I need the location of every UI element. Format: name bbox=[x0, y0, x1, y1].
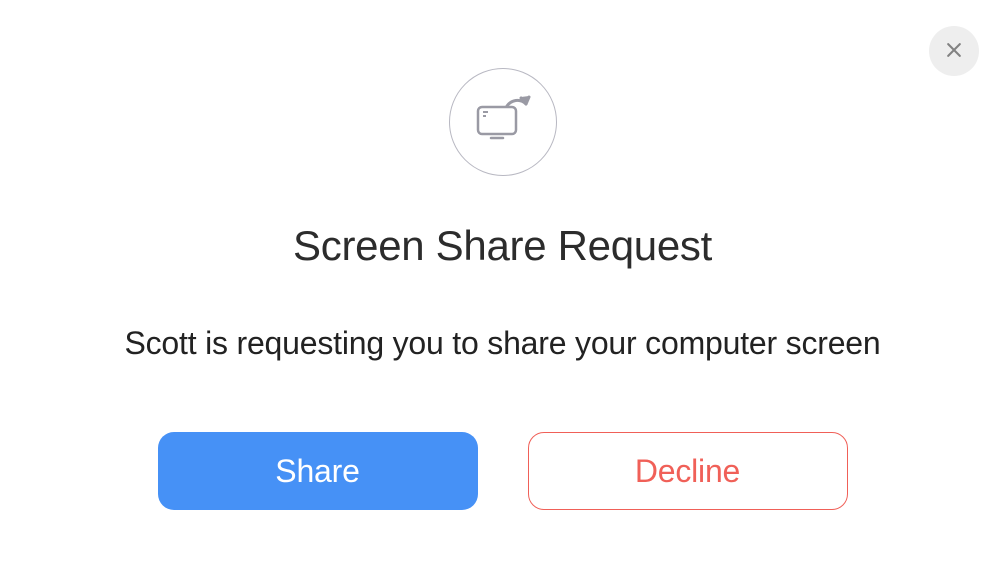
screen-share-icon bbox=[473, 93, 533, 152]
close-button[interactable] bbox=[929, 26, 979, 76]
dialog-button-row: Share Decline bbox=[0, 432, 1005, 510]
screen-share-icon-circle bbox=[449, 68, 557, 176]
dialog-message: Scott is requesting you to share your co… bbox=[0, 325, 1005, 362]
dialog-title: Screen Share Request bbox=[0, 222, 1005, 270]
decline-button[interactable]: Decline bbox=[528, 432, 848, 510]
share-button[interactable]: Share bbox=[158, 432, 478, 510]
close-icon bbox=[944, 40, 964, 63]
